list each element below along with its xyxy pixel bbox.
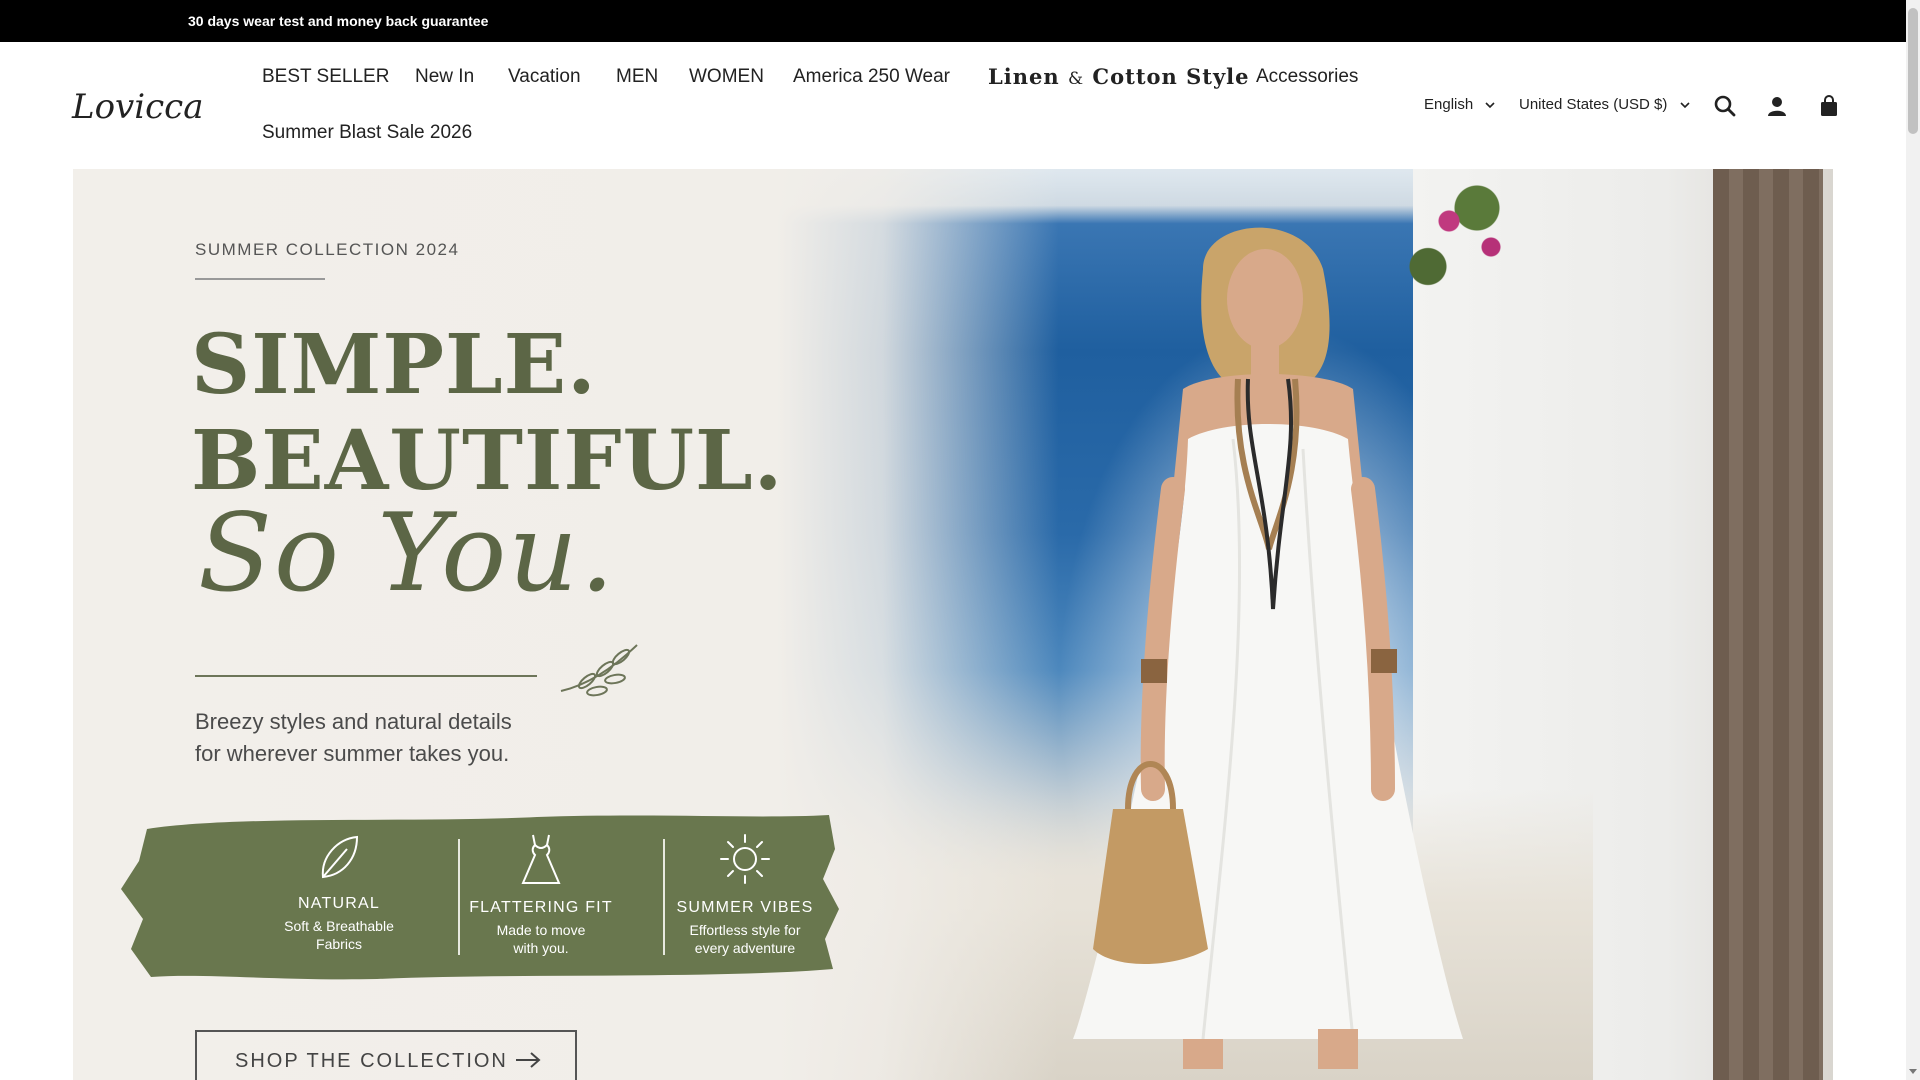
currency-label: United States (USD $) (1519, 96, 1668, 113)
feature-desc-line-2: with you. (513, 940, 569, 956)
nav-new-in[interactable]: New In (415, 66, 474, 88)
hero-subtext-line-1: Breezy styles and natural details (195, 709, 512, 734)
hero-banner: SUMMER COLLECTION 2024 SIMPLE. BEAUTIFUL… (73, 169, 1833, 1080)
announcement-bar: 30 days wear test and money back guarant… (0, 0, 1906, 42)
hero-headline-beautiful: BEAUTIFUL. (191, 413, 784, 509)
chevron-down-icon (1679, 101, 1690, 108)
nav-summer-blast-sale[interactable]: Summer Blast Sale 2026 (262, 122, 472, 144)
language-selector[interactable]: English (1424, 96, 1495, 113)
nav-linen-cotton-style[interactable]: Linen & Cotton Style (988, 64, 1250, 89)
nav-cotton-style-label: Cotton Style (1092, 64, 1250, 89)
nav-linen-label: Linen (988, 64, 1060, 89)
nav-accessories[interactable]: Accessories (1256, 66, 1358, 88)
scrollbar-thumb[interactable] (1908, 8, 1918, 134)
feature-title: SUMMER VIBES (676, 899, 814, 916)
scroll-down-arrow-icon[interactable] (1908, 1068, 1918, 1076)
arrow-right-icon (516, 1052, 541, 1068)
hero-eyebrow: SUMMER COLLECTION 2024 (195, 240, 460, 259)
feature-band: NATURAL Soft & Breathable Fabrics FLATTE… (117, 809, 843, 981)
script-divider (195, 675, 537, 677)
feature-desc-line-1: Soft & Breathable (284, 918, 394, 934)
search-icon[interactable] (1713, 94, 1737, 118)
feature-desc-line-1: Made to move (496, 922, 586, 938)
cta-label: SHOP THE COLLECTION (235, 1050, 508, 1072)
feature-natural: NATURAL Soft & Breathable Fabrics (249, 809, 429, 953)
hero-model-image (1073, 227, 1463, 1069)
nav-men[interactable]: MEN (616, 66, 658, 88)
feature-desc-line-1: Effortless style for (689, 922, 801, 938)
currency-selector[interactable]: United States (USD $) (1519, 96, 1690, 113)
feature-title: NATURAL (298, 895, 380, 912)
feature-summer-vibes: SUMMER VIBES Effortless style for every … (655, 809, 835, 957)
feature-title: FLATTERING FIT (469, 899, 613, 916)
feature-desc-line-2: Fabrics (316, 936, 362, 952)
leaf-sprig-icon (560, 644, 638, 697)
nav-amp-label: & (1067, 69, 1085, 89)
language-label: English (1424, 96, 1474, 113)
cart-icon[interactable] (1817, 94, 1841, 118)
logo-text: Lovicca (71, 87, 203, 127)
hero-headline-simple: SIMPLE. (191, 317, 597, 413)
account-icon[interactable] (1765, 94, 1789, 118)
announcement-text: 30 days wear test and money back guarant… (188, 13, 489, 29)
nav-women[interactable]: WOMEN (689, 66, 764, 88)
nav-america-250-wear[interactable]: America 250 Wear (793, 66, 950, 88)
shop-the-collection-button[interactable]: SHOP THE COLLECTION (195, 1030, 577, 1080)
feature-desc-line-2: every adventure (694, 940, 796, 956)
nav-vacation[interactable]: Vacation (508, 66, 581, 88)
feature-flattering-fit: FLATTERING FIT Made to move with you. (451, 809, 631, 957)
hero-script-so-you: So You. (198, 491, 617, 616)
site-header: Lovicca BEST SELLER New In Vacation MEN … (0, 42, 1906, 169)
chevron-down-icon (1485, 101, 1495, 108)
page-scrollbar[interactable] (1906, 0, 1920, 1080)
nav-best-seller[interactable]: BEST SELLER (262, 66, 389, 88)
logo[interactable]: Lovicca (70, 82, 218, 132)
sun-icon (720, 834, 770, 884)
dress-icon (521, 834, 561, 884)
eyebrow-divider (195, 278, 325, 280)
leaf-icon (321, 835, 359, 879)
hero-subtext-line-2: for wherever summer takes you. (195, 741, 510, 766)
